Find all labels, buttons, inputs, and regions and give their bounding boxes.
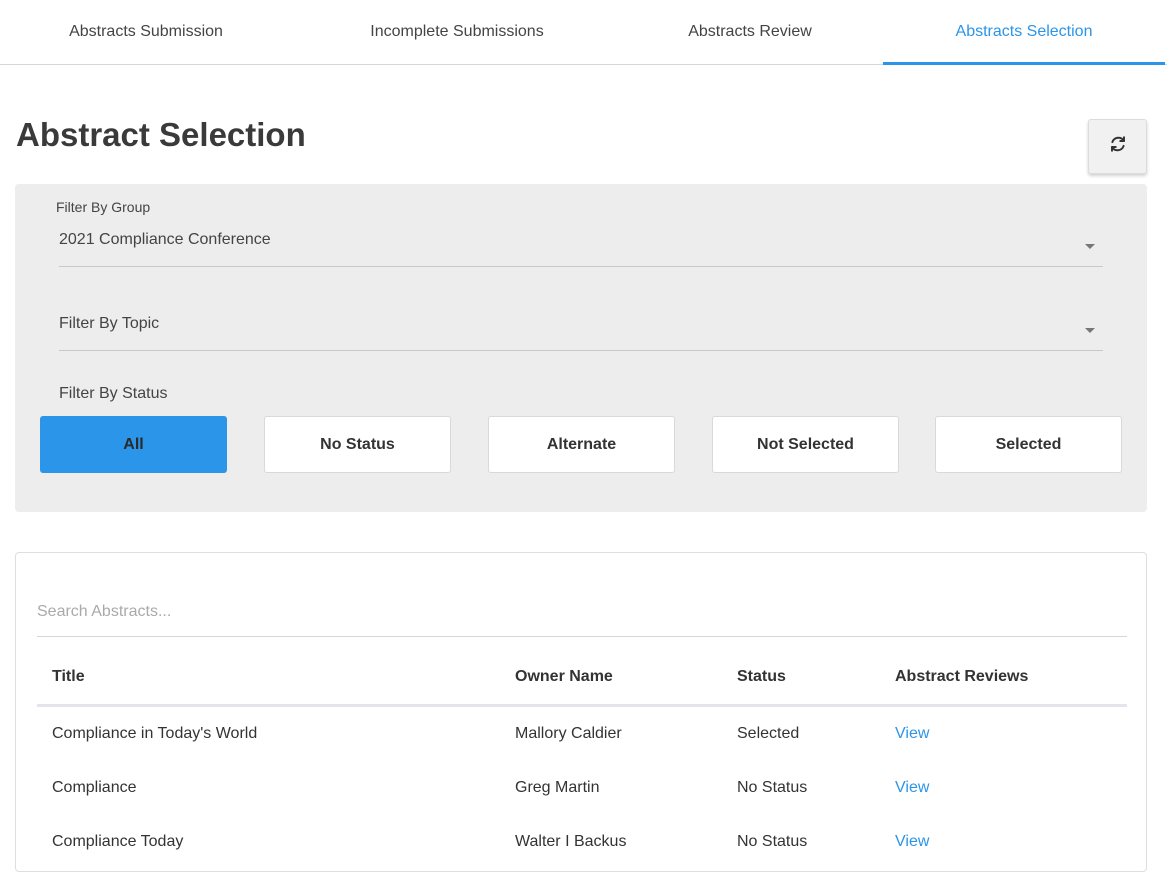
search-input[interactable] [37, 587, 1127, 637]
status-all-button[interactable]: All [40, 416, 227, 473]
tab-abstracts-submission[interactable]: Abstracts Submission [0, 0, 292, 64]
column-header-reviews: Abstract Reviews [895, 668, 1029, 685]
table-row: Compliance Today Walter I Backus No Stat… [37, 815, 1127, 869]
filter-group-label: Filter By Group [56, 199, 151, 215]
tab-abstracts-review[interactable]: Abstracts Review [622, 0, 878, 64]
tab-incomplete-submissions[interactable]: Incomplete Submissions [292, 0, 622, 64]
cell-title: Compliance Today [52, 833, 184, 850]
cell-status: Selected [737, 725, 800, 742]
cell-title: Compliance [52, 779, 137, 796]
filter-status-label: Filter By Status [59, 385, 168, 402]
cell-owner: Mallory Caldier [515, 725, 622, 742]
filter-topic-label: Filter By Topic [59, 315, 160, 332]
view-reviews-link[interactable]: View [895, 725, 929, 743]
table-row: Compliance in Today's World Mallory Cald… [37, 707, 1127, 761]
cell-owner: Walter I Backus [515, 833, 627, 850]
filter-group-value: 2021 Compliance Conference [59, 231, 271, 248]
column-header-title: Title [52, 668, 85, 685]
table-header: Title Owner Name Status Abstract Reviews [37, 654, 1127, 707]
tab-bar: Abstracts Submission Incomplete Submissi… [0, 0, 1167, 65]
status-not-selected-button[interactable]: Not Selected [712, 416, 899, 473]
chevron-down-icon [1085, 244, 1095, 249]
cell-owner: Greg Martin [515, 779, 600, 796]
view-reviews-link[interactable]: View [895, 779, 929, 797]
filter-panel: Filter By Group 2021 Compliance Conferen… [15, 184, 1147, 512]
refresh-icon [1109, 135, 1127, 158]
status-alternate-button[interactable]: Alternate [488, 416, 675, 473]
column-header-owner: Owner Name [515, 668, 613, 685]
status-no-status-button[interactable]: No Status [264, 416, 451, 473]
filter-topic-select[interactable]: Filter By Topic [59, 311, 1103, 351]
table-row: Compliance Greg Martin No Status View [37, 761, 1127, 815]
column-header-status: Status [737, 668, 786, 685]
view-reviews-link[interactable]: View [895, 833, 929, 851]
filter-group-select[interactable]: 2021 Compliance Conference [59, 227, 1103, 267]
cell-title: Compliance in Today's World [52, 725, 258, 742]
status-selected-button[interactable]: Selected [935, 416, 1122, 473]
abstracts-table-card: Title Owner Name Status Abstract Reviews… [15, 552, 1147, 872]
cell-status: No Status [737, 779, 808, 796]
chevron-down-icon [1085, 328, 1095, 333]
refresh-button[interactable] [1088, 119, 1147, 174]
cell-status: No Status [737, 833, 808, 850]
tab-abstracts-selection[interactable]: Abstracts Selection [883, 0, 1165, 65]
page-title: Abstract Selection [16, 116, 306, 153]
